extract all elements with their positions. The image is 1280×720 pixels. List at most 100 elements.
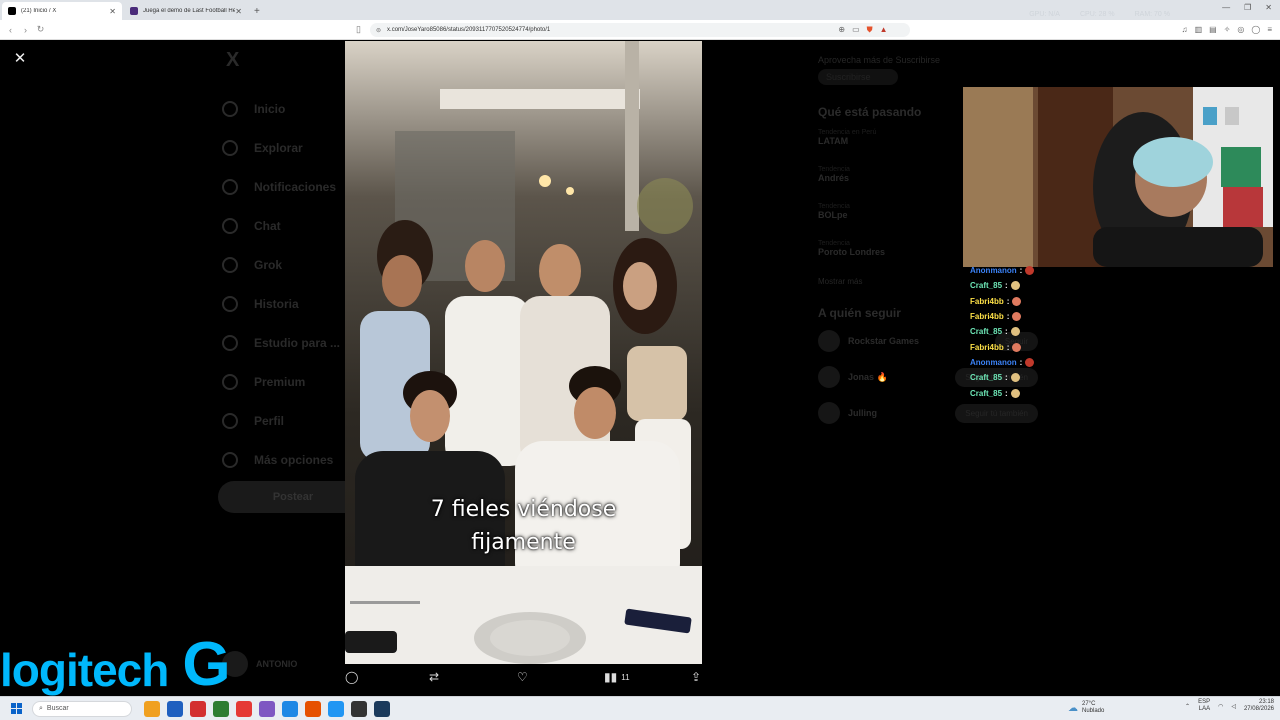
chat-message: Craft_85: <box>970 385 1050 400</box>
sidebar-item-inicio[interactable]: Inicio <box>222 89 340 128</box>
grok-icon <box>222 256 238 273</box>
x-logo[interactable]: X <box>226 49 239 72</box>
app-icon[interactable] <box>190 700 206 717</box>
zoom-icon[interactable]: ⊕ <box>838 25 845 34</box>
app-icon[interactable] <box>259 700 275 717</box>
chat-user: Craft_85 <box>970 388 1003 398</box>
ram-stat: RAM: 70 % <box>1134 11 1170 18</box>
user-icon <box>222 412 238 429</box>
profile-name: ANTONIO <box>256 659 298 669</box>
chat-separator: : <box>1005 373 1008 383</box>
chevron-up-icon[interactable]: ⌃ <box>1185 703 1190 710</box>
date: 27/08/2026 <box>1243 706 1274 712</box>
new-tab-button[interactable]: + <box>254 2 260 20</box>
tab-football-demo[interactable]: Juega el demo de Last Football Hero ✕ <box>124 2 248 20</box>
url-field[interactable]: ⊜ x.com/JoseYaro85086/status/20931177075… <box>370 23 910 37</box>
menu-icon[interactable]: ≡ <box>1267 25 1272 34</box>
sidebar-item-label: Estudio para ... <box>254 335 341 350</box>
file-explorer-icon[interactable] <box>144 700 160 717</box>
app-icon[interactable] <box>167 700 183 717</box>
sidebar-item-explorar[interactable]: Explorar <box>222 128 340 167</box>
sidebar-item-notificaciones[interactable]: Notificaciones <box>222 167 340 206</box>
weather-widget[interactable]: ☁ 27°C Nublado <box>1068 701 1104 715</box>
emote-icon <box>1025 357 1035 367</box>
brave-icon[interactable] <box>236 700 252 717</box>
tab-x-home[interactable]: (21) Inicio / X ✕ <box>2 2 122 20</box>
tab-title: (21) Inicio / X <box>21 8 57 14</box>
clock[interactable]: 23:18 27/08/2026 <box>1244 699 1274 713</box>
sidebar-item-perfil[interactable]: Perfil <box>222 401 340 440</box>
chat-message: Craft_85: <box>970 278 1050 293</box>
vpn-icon[interactable]: ◎ <box>1237 25 1244 34</box>
heart-icon[interactable]: ♡ <box>517 670 528 684</box>
search-placeholder: Buscar <box>46 705 69 712</box>
app-icon[interactable] <box>305 700 321 717</box>
share-icon[interactable]: ⇪ <box>691 670 701 684</box>
close-tab-icon[interactable]: ✕ <box>109 7 116 16</box>
taskbar-search-input[interactable]: ⌕ Buscar <box>32 700 132 717</box>
sidebar-item-historia[interactable]: Historia <box>222 284 340 323</box>
chat-user: Craft_85 <box>970 373 1003 383</box>
chat-user: Fabri4bb <box>970 312 1004 322</box>
sidebar-icon[interactable]: ▥ <box>1195 25 1203 34</box>
subscribe-link[interactable]: Suscribirse <box>818 69 898 85</box>
chat-user: Fabri4bb <box>970 342 1004 352</box>
views-icon: ▮▮ <box>604 670 618 684</box>
reload-icon[interactable]: ↻ <box>33 24 48 35</box>
chat-message: Fabri4bb: <box>970 309 1050 324</box>
sidebar-item-estudio[interactable]: Estudio para ... <box>222 323 340 362</box>
sidebar-item-chat[interactable]: Chat <box>222 206 340 245</box>
tab-title: Juega el demo de Last Football Hero <box>143 8 236 14</box>
chat-message: Fabri4bb: <box>970 339 1050 354</box>
chat-separator: : <box>1019 266 1023 276</box>
repost-icon[interactable]: ⇄ <box>429 670 439 684</box>
screen: (21) Inicio / X ✕ Juega el demo de Last … <box>0 0 1280 720</box>
home-icon <box>222 100 238 117</box>
follow-button[interactable]: Seguir tú también <box>955 403 1038 423</box>
x-page: X Inicio Explorar Notificaciones Chat Gr… <box>0 41 1280 695</box>
back-icon[interactable]: ‹ <box>3 25 18 35</box>
account-switcher[interactable]: ANTONIO <box>222 651 297 677</box>
time: 23:18 <box>1258 699 1274 705</box>
sidebar-item-label: Explorar <box>254 140 303 155</box>
emote-icon <box>1012 296 1022 306</box>
media-icon[interactable]: ♫ <box>1182 25 1188 34</box>
maximize-button[interactable]: ❐ <box>1244 3 1251 12</box>
volume-icon[interactable]: ◁ <box>1231 703 1236 710</box>
cast-icon[interactable]: ▭ <box>852 25 860 34</box>
views-button[interactable]: ▮▮ 11 <box>604 670 630 684</box>
close-tab-icon[interactable]: ✕ <box>235 7 242 16</box>
rewards-icon[interactable]: ▲ <box>880 25 888 34</box>
cloud-icon: ☁ <box>1068 702 1078 714</box>
sidebar-item-premium[interactable]: Premium <box>222 362 340 401</box>
sidebar-item-mas-opciones[interactable]: Más opciones <box>222 440 340 479</box>
close-viewer-button[interactable]: ✕ <box>12 51 28 67</box>
steam-icon[interactable] <box>374 700 390 717</box>
logitech-watermark: logitech G <box>0 634 231 697</box>
minimize-button[interactable]: — <box>1222 3 1230 12</box>
edge-icon[interactable] <box>282 700 298 717</box>
language-indicator[interactable]: ESP LAA <box>1198 699 1210 713</box>
brave-shield-icon[interactable]: ⛊ <box>867 25 873 35</box>
obs-icon[interactable] <box>351 700 367 717</box>
sidebar-item-label: Grok <box>254 257 283 272</box>
follow-name[interactable]: Julling <box>848 408 955 418</box>
close-window-button[interactable]: ✕ <box>1265 3 1272 12</box>
chat-icon <box>222 217 238 234</box>
app-icon[interactable] <box>328 700 344 717</box>
app-icon[interactable] <box>213 700 229 717</box>
avatar <box>818 330 840 352</box>
webcam-illustration <box>963 87 1273 267</box>
follow-name[interactable]: Jonas 🔥 <box>848 372 955 383</box>
windows-start-icon[interactable] <box>11 703 22 714</box>
forward-icon[interactable]: › <box>18 25 33 35</box>
bookmark-icon[interactable]: ▯ <box>356 24 361 35</box>
site-info-icon[interactable]: ⊜ <box>376 27 381 34</box>
wifi-icon[interactable]: ◠ <box>1218 703 1223 710</box>
extensions-icon[interactable]: ✧ <box>1224 25 1231 34</box>
profile-icon[interactable]: ◯ <box>1251 25 1260 34</box>
sidebar-item-grok[interactable]: Grok <box>222 245 340 284</box>
wallet-icon[interactable]: ▤ <box>1209 25 1217 34</box>
reply-icon[interactable]: ◯ <box>345 670 358 684</box>
post-photo[interactable]: 7 fieles viéndose fijamente <box>345 41 702 664</box>
